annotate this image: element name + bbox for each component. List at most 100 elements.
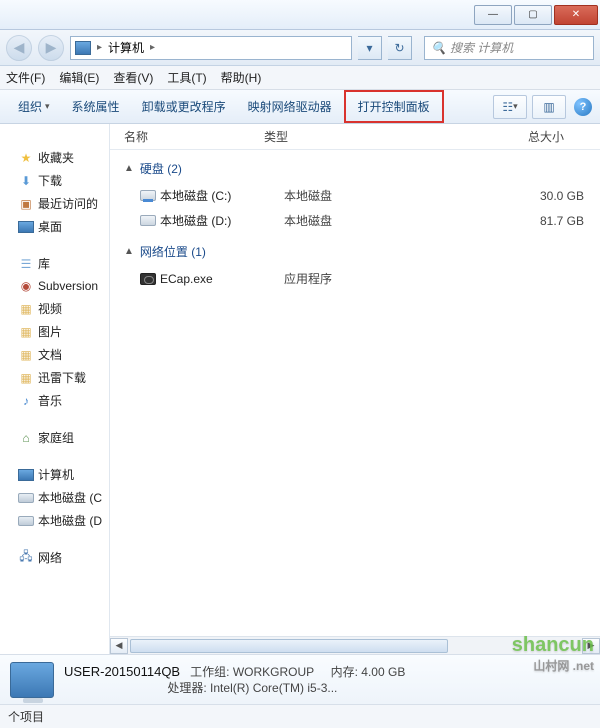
address-history-dropdown[interactable]: ▾: [358, 36, 382, 60]
command-bar: 组织 ▾ 系统属性 卸载或更改程序 映射网络驱动器 打开控制面板 ☷ ▾ ▥ ?: [0, 90, 600, 124]
scroll-right-button[interactable]: ▶: [582, 638, 600, 654]
sidebar-homegroup[interactable]: ⌂ 家庭组: [0, 426, 109, 449]
sidebar-item-label: 最近访问的: [38, 195, 98, 212]
triangle-down-icon: ▲: [124, 163, 134, 174]
group-title: 硬盘 (2): [140, 160, 182, 177]
recent-icon: ▣: [18, 196, 34, 212]
menu-tools[interactable]: 工具(T): [167, 69, 206, 86]
item-type: 应用程序: [284, 270, 484, 287]
navigation-pane: ★ 收藏夹 ⬇下载 ▣最近访问的 桌面 ☰ 库 ◉Subversion ▦视频 …: [0, 124, 110, 654]
column-headers: 名称 类型 总大小: [110, 124, 600, 150]
sidebar-item-label: 收藏夹: [38, 149, 74, 166]
group-header-drives[interactable]: ▲ 硬盘 (2): [110, 150, 600, 183]
sidebar-item-subversion[interactable]: ◉Subversion: [0, 275, 109, 297]
computer-icon: [18, 469, 34, 481]
address-bar[interactable]: ▸ 计算机 ▸: [70, 36, 352, 60]
menu-edit[interactable]: 编辑(E): [59, 69, 99, 86]
sidebar-item-label: 本地磁盘 (C: [38, 489, 102, 506]
search-icon: 🔍: [431, 41, 446, 55]
sidebar-item-label: 迅雷下载: [38, 369, 86, 386]
sidebar-item-label: 本地磁盘 (D: [38, 512, 102, 529]
help-button[interactable]: ?: [574, 98, 592, 116]
menu-file[interactable]: 文件(F): [6, 69, 45, 86]
list-item-drive-d[interactable]: 本地磁盘 (D:) 本地磁盘 81.7 GB: [110, 208, 600, 233]
list-item-drive-c[interactable]: 本地磁盘 (C:) 本地磁盘 30.0 GB: [110, 183, 600, 208]
menu-view[interactable]: 查看(V): [113, 69, 153, 86]
uninstall-programs-button[interactable]: 卸载或更改程序: [132, 94, 236, 119]
horizontal-scrollbar[interactable]: ◀ ▶: [110, 636, 600, 654]
sidebar-item-label: 库: [38, 255, 50, 272]
sidebar-item-pictures[interactable]: ▦图片: [0, 320, 109, 343]
back-button[interactable]: ◀: [6, 35, 32, 61]
nav-bar: ◀ ▶ ▸ 计算机 ▸ ▾ ↻ 🔍 搜索 计算机: [0, 30, 600, 66]
search-placeholder: 搜索 计算机: [450, 39, 513, 56]
maximize-button[interactable]: ▢: [514, 5, 552, 25]
sidebar-item-videos[interactable]: ▦视频: [0, 297, 109, 320]
computer-icon: [75, 41, 91, 55]
menu-help[interactable]: 帮助(H): [221, 69, 262, 86]
open-control-panel-button[interactable]: 打开控制面板: [344, 90, 444, 123]
view-options-button[interactable]: ☷ ▾: [493, 95, 527, 119]
item-size: 81.7 GB: [484, 214, 584, 228]
refresh-button[interactable]: ↻: [388, 36, 412, 60]
group-title: 网络位置 (1): [140, 243, 206, 260]
item-type: 本地磁盘: [284, 212, 484, 229]
sidebar-item-downloads[interactable]: ⬇下载: [0, 169, 109, 192]
scroll-left-button[interactable]: ◀: [110, 638, 128, 654]
triangle-down-icon: ▲: [124, 246, 134, 257]
map-network-drive-button[interactable]: 映射网络驱动器: [238, 94, 342, 119]
sidebar-item-label: 桌面: [38, 218, 62, 235]
chevron-down-icon: ▾: [45, 101, 50, 112]
system-properties-button[interactable]: 系统属性: [62, 94, 130, 119]
sidebar-item-label: 图片: [38, 323, 62, 340]
sidebar-item-drive-d[interactable]: 本地磁盘 (D: [0, 509, 109, 532]
column-header-size[interactable]: 总大小: [464, 128, 564, 145]
sidebar-item-music[interactable]: ♪音乐: [0, 389, 109, 412]
column-header-type[interactable]: 类型: [264, 128, 464, 145]
view-icon: ☷: [502, 100, 513, 114]
sidebar-item-desktop[interactable]: 桌面: [0, 215, 109, 238]
scrollbar-thumb[interactable]: [130, 639, 448, 653]
drive-icon: [18, 516, 34, 526]
sidebar-item-label: 计算机: [38, 466, 74, 483]
sidebar-item-label: 下载: [38, 172, 62, 189]
column-header-name[interactable]: 名称: [124, 128, 264, 145]
organize-label: 组织: [18, 98, 42, 115]
close-button[interactable]: ✕: [554, 5, 598, 25]
sidebar-item-xunlei[interactable]: ▦迅雷下载: [0, 366, 109, 389]
window-titlebar: — ▢ ✕: [0, 0, 600, 30]
cpu-value: Intel(R) Core(TM) i5-3...: [210, 681, 337, 695]
preview-pane-button[interactable]: ▥: [532, 95, 566, 119]
item-size: 30.0 GB: [484, 189, 584, 203]
sidebar-libraries[interactable]: ☰ 库: [0, 252, 109, 275]
organize-button[interactable]: 组织 ▾: [8, 94, 60, 119]
sidebar-item-recent[interactable]: ▣最近访问的: [0, 192, 109, 215]
sidebar-item-documents[interactable]: ▦文档: [0, 343, 109, 366]
address-segment[interactable]: 计算机: [108, 39, 144, 56]
cpu-label: 处理器:: [167, 681, 206, 695]
music-icon: ♪: [18, 393, 34, 409]
item-name: 本地磁盘 (C:): [160, 187, 284, 204]
chevron-right-icon[interactable]: ▸: [148, 42, 157, 53]
drive-icon: [18, 493, 34, 503]
sidebar-item-label: 家庭组: [38, 429, 74, 446]
download-icon: ⬇: [18, 173, 34, 189]
sidebar-network[interactable]: 🖧 网络: [0, 546, 109, 569]
sidebar-computer[interactable]: 计算机: [0, 463, 109, 486]
homegroup-icon: ⌂: [18, 430, 34, 446]
sidebar-item-drive-c[interactable]: 本地磁盘 (C: [0, 486, 109, 509]
list-item-ecap[interactable]: ECap.exe 应用程序: [110, 266, 600, 291]
minimize-button[interactable]: —: [474, 5, 512, 25]
workgroup-value: WORKGROUP: [233, 665, 314, 679]
search-input[interactable]: 🔍 搜索 计算机: [424, 36, 594, 60]
group-header-network[interactable]: ▲ 网络位置 (1): [110, 233, 600, 266]
memory-label: 内存:: [331, 665, 358, 679]
sidebar-item-label: 视频: [38, 300, 62, 317]
status-item-count: 个项目: [8, 708, 44, 725]
sidebar-favorites[interactable]: ★ 收藏夹: [0, 146, 109, 169]
drive-icon: [140, 190, 156, 201]
forward-button[interactable]: ▶: [38, 35, 64, 61]
folder-icon: ▦: [18, 347, 34, 363]
scrollbar-track[interactable]: [128, 638, 582, 654]
item-type: 本地磁盘: [284, 187, 484, 204]
